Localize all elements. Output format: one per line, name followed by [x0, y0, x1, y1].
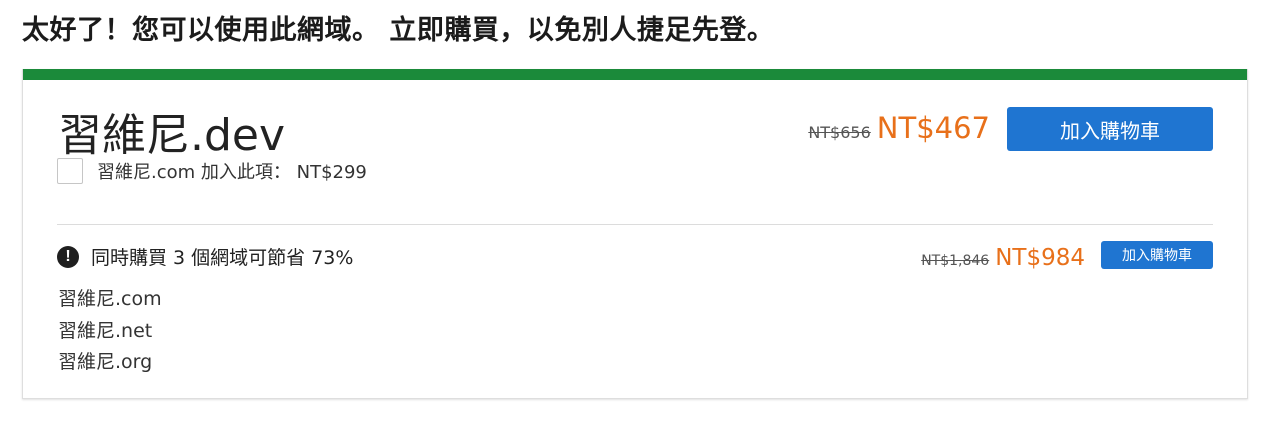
card-accent-bar	[23, 69, 1247, 80]
bundle-header: ! 同時購買 3 個網域可節省 73%	[57, 243, 353, 270]
main-old-price: NT$656	[808, 123, 871, 142]
bundle-price: NT$1,846 NT$984	[921, 245, 1085, 271]
bundle-domain-item: 習維尼.com	[58, 288, 162, 310]
domain-name: 習維尼.dev	[58, 110, 286, 161]
main-new-price: NT$467	[876, 111, 990, 145]
bundle-new-price: NT$984	[995, 245, 1085, 271]
bundle-domain-list: 習維尼.com 習維尼.net 習維尼.org	[58, 284, 162, 379]
alert-circle-icon: !	[57, 245, 79, 268]
bundle-old-price: NT$1,846	[921, 253, 990, 269]
addon-checkbox[interactable]	[57, 158, 83, 184]
section-divider	[57, 224, 1213, 225]
main-price: NT$656 NT$467	[808, 111, 990, 145]
add-to-cart-button[interactable]: 加入購物車	[1007, 107, 1213, 151]
availability-headline: 太好了！您可以使用此網域。 立即購買，以免別人捷足先登。	[22, 15, 775, 46]
bundle-add-to-cart-button[interactable]: 加入購物車	[1101, 241, 1213, 269]
addon-option[interactable]: 習維尼.com 加入此項： NT$299	[57, 156, 367, 186]
bundle-domain-item: 習維尼.org	[58, 351, 153, 373]
bundle-domain-item: 習維尼.net	[58, 319, 153, 342]
addon-label: 習維尼.com 加入此項： NT$299	[97, 162, 367, 183]
bundle-title: 同時購買 3 個網域可節省 73%	[91, 247, 354, 269]
domain-offer-card: 習維尼.dev 習維尼.com 加入此項： NT$299 NT$656 NT$4…	[22, 69, 1248, 399]
